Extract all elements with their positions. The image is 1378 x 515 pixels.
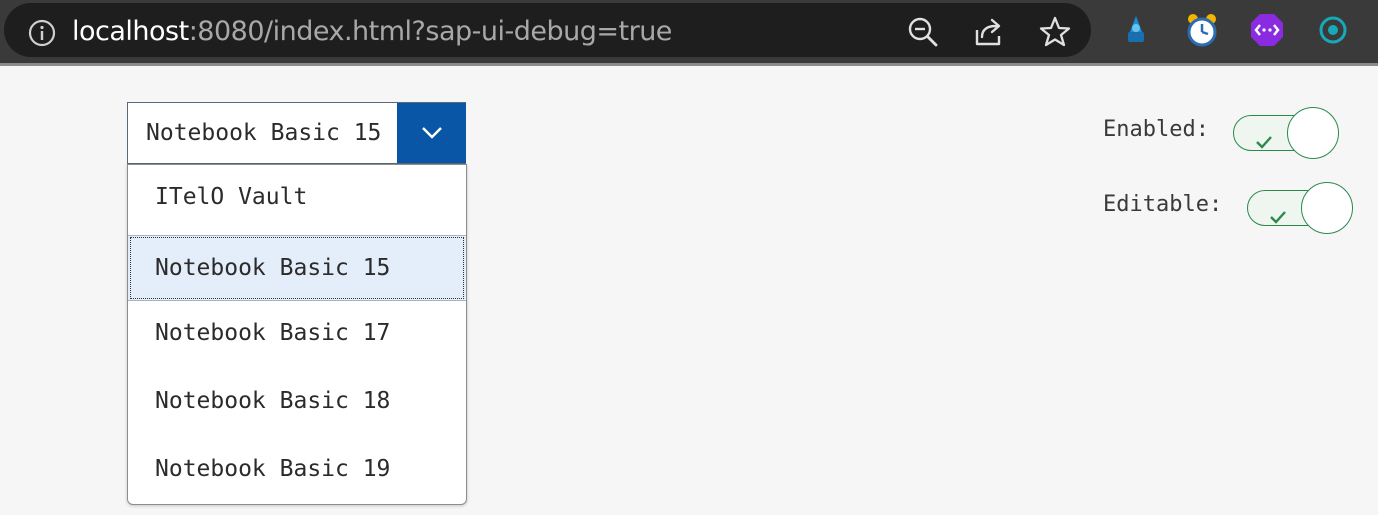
list-item[interactable]: Notebook Basic 18 [128,369,466,435]
favorite-star-icon[interactable] [1038,15,1072,49]
list-item-label: Notebook Basic 19 [155,456,391,482]
product-select[interactable]: Notebook Basic 15 [127,102,466,164]
switch-knob [1287,107,1339,159]
product-select-value: Notebook Basic 15 [146,120,382,146]
checkmark-icon [1270,211,1286,224]
editable-switch[interactable] [1247,182,1353,234]
list-item-selected[interactable]: Notebook Basic 15 [128,235,466,301]
product-select-list: ITelO Vault Notebook Basic 15 Notebook B… [127,164,467,505]
checkmark-icon [1256,136,1272,149]
editable-label: Editable: [1103,192,1223,217]
extension-teal-icon[interactable] [1315,12,1351,48]
product-select-dropdown-button[interactable] [397,103,466,163]
list-item-label: Notebook Basic 15 [155,255,391,281]
extension-purple-icon[interactable] [1249,12,1285,48]
url-text[interactable]: localhost:8080/index.html?sap-ui-debug=t… [72,15,672,49]
chevron-down-icon [422,127,442,139]
enabled-label: Enabled: [1103,117,1209,142]
extension-alarm-clock-icon[interactable] [1184,12,1220,48]
list-item[interactable]: ITelO Vault [128,165,466,231]
url-path: :8080/index.html?sap-ui-debug=true [188,16,673,47]
list-item-label: ITelO Vault [155,184,308,210]
browser-toolbar: localhost:8080/index.html?sap-ui-debug=t… [0,0,1378,66]
zoom-out-icon[interactable] [906,15,940,49]
address-bar[interactable]: localhost:8080/index.html?sap-ui-debug=t… [4,3,1091,57]
info-icon[interactable] [28,19,56,47]
list-item-label: Notebook Basic 18 [155,388,391,414]
list-item[interactable]: Notebook Basic 19 [128,437,466,503]
list-item[interactable]: Notebook Basic 17 [128,301,466,367]
enabled-switch[interactable] [1233,107,1339,159]
share-icon[interactable] [972,15,1006,49]
extension-wizard-icon[interactable] [1118,12,1154,48]
switch-knob [1301,182,1353,234]
list-item-label: Notebook Basic 17 [155,320,391,346]
url-host: localhost [72,16,189,47]
